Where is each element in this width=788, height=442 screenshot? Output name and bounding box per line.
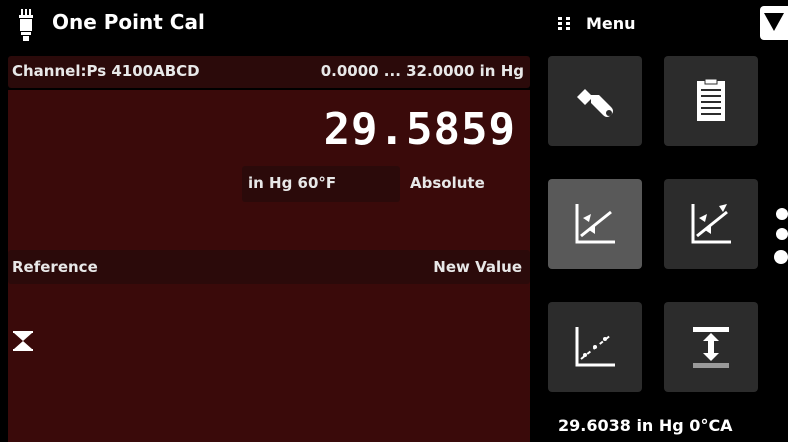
page-dot[interactable] — [776, 208, 788, 220]
dropdown-button[interactable] — [760, 6, 788, 40]
grip-icon — [558, 17, 570, 30]
pressure-value: 29.5859 — [323, 104, 516, 155]
channel-name: Channel:Ps 4100ABCD — [12, 62, 200, 80]
cal-multi-icon — [691, 204, 731, 244]
two-point-cal-tile[interactable] — [664, 179, 758, 269]
barometer-reading: 29.6038 in Hg 0°CA — [558, 416, 733, 435]
unit-selector[interactable]: in Hg 60°F — [242, 166, 400, 202]
reading-panel: 29.5859 in Hg 60°F Absolute Reference Ne… — [8, 90, 530, 442]
chevron-down-icon — [764, 13, 784, 31]
clipboard-icon — [697, 78, 725, 121]
sensor-icon — [19, 9, 33, 41]
mode-label[interactable]: Absolute — [410, 174, 485, 192]
channel-bar[interactable]: Channel:Ps 4100ABCD 0.0000 ... 32.0000 i… — [8, 56, 530, 88]
hourglass-icon — [13, 331, 33, 351]
menu-label: Menu — [586, 14, 636, 33]
linearization-icon — [575, 327, 615, 367]
channel-range: 0.0000 ... 32.0000 in Hg — [320, 62, 524, 80]
page-dot[interactable] — [776, 228, 788, 240]
page-title: One Point Cal — [52, 10, 205, 34]
cal-point-icon — [575, 204, 615, 244]
new-value-label: New Value — [433, 258, 522, 276]
one-point-cal-tile[interactable] — [548, 179, 642, 269]
settings-tile[interactable] — [548, 56, 642, 146]
unit-label: in Hg 60°F — [248, 174, 337, 192]
page-dot-current[interactable] — [774, 250, 788, 264]
linearization-tile[interactable] — [548, 302, 642, 392]
report-tile[interactable] — [664, 56, 758, 146]
wrench-icon — [577, 89, 613, 117]
zero-icon — [693, 327, 729, 368]
reference-label: Reference — [12, 258, 98, 276]
title-bar: One Point Cal — [0, 0, 530, 50]
zero-tile[interactable] — [664, 302, 758, 392]
page-indicator[interactable] — [772, 208, 788, 268]
reference-bar: Reference New Value — [8, 250, 530, 284]
